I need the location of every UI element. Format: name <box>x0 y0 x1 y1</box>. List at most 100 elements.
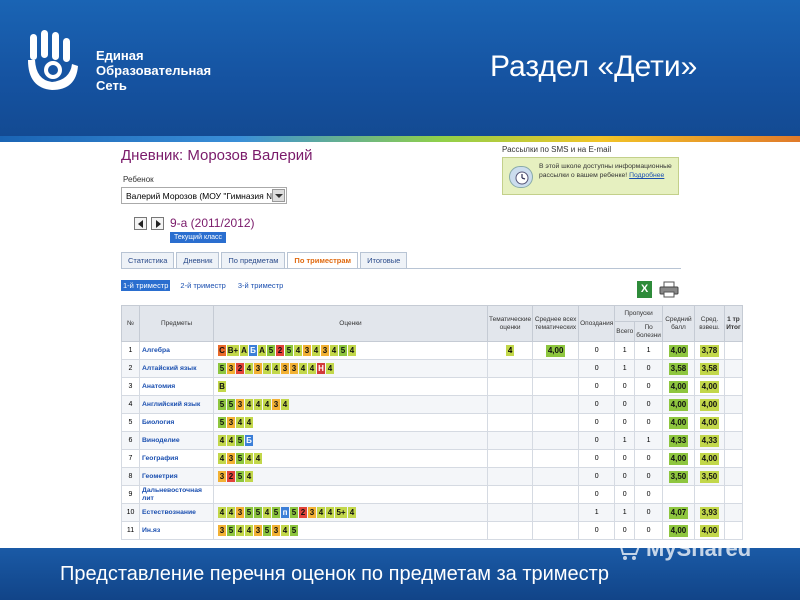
grade-mark[interactable]: 5 <box>290 507 298 518</box>
grade-mark[interactable]: 5 <box>272 507 280 518</box>
grade-mark[interactable]: 3 <box>254 363 262 374</box>
grade-mark[interactable]: 4 <box>227 507 235 518</box>
grade-mark[interactable]: 4 <box>263 399 271 410</box>
grade-mark[interactable]: 3 <box>290 363 298 374</box>
subject-link[interactable]: Анатомия <box>139 377 214 396</box>
grade-mark[interactable]: 5 <box>218 363 226 374</box>
grade-mark[interactable]: 4 <box>218 507 226 518</box>
grade-mark[interactable]: 2 <box>276 345 284 356</box>
subject-link[interactable]: Дальневосточная лит <box>139 485 214 504</box>
grade-mark[interactable]: 4 <box>263 363 271 374</box>
grade-mark[interactable]: 3 <box>281 363 289 374</box>
tab-by-subject[interactable]: По предметам <box>221 252 286 268</box>
grade-mark[interactable]: 5 <box>245 507 253 518</box>
grade-mark[interactable]: 4 <box>218 435 226 446</box>
subject-link[interactable]: Алгебра <box>139 341 214 360</box>
subject-link[interactable]: Виноделие <box>139 431 214 450</box>
grade-mark[interactable]: 4 <box>326 363 334 374</box>
subject-link[interactable]: Ин.яз <box>139 521 214 540</box>
subject-link[interactable]: Английский язык <box>139 395 214 414</box>
grade-mark[interactable]: B+ <box>227 345 239 356</box>
grade-mark[interactable]: 4 <box>272 363 280 374</box>
grade-mark[interactable]: 3 <box>272 525 280 536</box>
tab-totals[interactable]: Итоговые <box>360 252 408 268</box>
tab-diary[interactable]: Дневник <box>176 252 220 268</box>
grade-mark[interactable]: 4 <box>299 363 307 374</box>
grade-mark[interactable]: 5 <box>339 345 347 356</box>
grade-mark[interactable]: 5 <box>218 399 226 410</box>
grade-mark[interactable]: 3 <box>218 471 226 482</box>
excel-export-icon[interactable]: X <box>637 281 652 298</box>
grade-mark[interactable]: 4 <box>245 417 253 428</box>
grade-mark[interactable]: 2 <box>236 363 244 374</box>
subject-link[interactable]: Геометрия <box>139 467 214 486</box>
grade-mark[interactable]: 4 <box>245 471 253 482</box>
grade-mark[interactable]: 3 <box>218 525 226 536</box>
grade-mark[interactable]: 5 <box>218 417 226 428</box>
next-class-button[interactable] <box>151 217 164 230</box>
grade-mark[interactable]: 5 <box>290 525 298 536</box>
grade-mark[interactable]: 5 <box>236 453 244 464</box>
grade-mark[interactable]: 4 <box>281 399 289 410</box>
grade-mark[interactable]: 3 <box>308 507 316 518</box>
grade-mark[interactable]: 4 <box>348 507 356 518</box>
grade-mark[interactable]: 3 <box>236 507 244 518</box>
subject-link[interactable]: Алтайский язык <box>139 359 214 378</box>
grade-mark[interactable]: 4 <box>308 363 316 374</box>
grade-mark[interactable]: 4 <box>330 345 338 356</box>
grade-mark[interactable]: 4 <box>245 399 253 410</box>
grade-mark[interactable]: 3 <box>227 417 235 428</box>
grade-mark[interactable]: 4 <box>263 507 271 518</box>
grade-mark[interactable]: C <box>218 345 226 356</box>
chevron-down-icon[interactable] <box>272 189 285 202</box>
grade-mark[interactable]: Б <box>245 435 253 446</box>
subject-link[interactable]: Естествознание <box>139 503 214 522</box>
trimester-2-link[interactable]: 2-й триместр <box>178 280 227 291</box>
grade-mark[interactable]: 4 <box>245 525 253 536</box>
grade-mark[interactable]: 3 <box>227 453 235 464</box>
grade-mark[interactable]: 4 <box>236 417 244 428</box>
grade-mark[interactable]: 3 <box>303 345 311 356</box>
tab-statistics[interactable]: Статистика <box>121 252 175 268</box>
grade-mark[interactable]: 3 <box>321 345 329 356</box>
grade-mark[interactable]: 5 <box>285 345 293 356</box>
grade-mark[interactable]: 5 <box>254 507 262 518</box>
grade-mark[interactable]: 4 <box>254 399 262 410</box>
more-link[interactable]: Подробнее <box>629 172 664 179</box>
grade-mark[interactable]: 5 <box>236 471 244 482</box>
grade-mark[interactable]: Н <box>317 363 325 374</box>
grade-mark[interactable]: 5 <box>236 435 244 446</box>
grade-mark[interactable]: 3 <box>272 399 280 410</box>
grade-mark[interactable]: 4 <box>294 345 302 356</box>
tab-by-trimester[interactable]: По триместрам <box>287 252 359 269</box>
grade-mark[interactable]: 5+ <box>335 507 347 518</box>
grade-mark[interactable]: 2 <box>227 471 235 482</box>
grade-mark[interactable]: 5 <box>267 345 275 356</box>
grade-mark[interactable]: 2 <box>299 507 307 518</box>
grade-mark[interactable]: 4 <box>348 345 356 356</box>
grade-mark[interactable]: п <box>281 507 289 518</box>
subject-link[interactable]: География <box>139 449 214 468</box>
grade-mark[interactable]: 4 <box>218 453 226 464</box>
grade-mark[interactable]: 5 <box>227 399 235 410</box>
grade-mark[interactable]: A <box>240 345 248 356</box>
grade-mark[interactable]: 3 <box>236 399 244 410</box>
grade-mark[interactable]: B <box>218 381 226 392</box>
grade-mark[interactable]: Б <box>249 345 257 356</box>
grade-mark[interactable]: 4 <box>281 525 289 536</box>
grade-mark[interactable]: 4 <box>227 435 235 446</box>
grade-mark[interactable]: 3 <box>254 525 262 536</box>
grade-mark[interactable]: 4 <box>245 363 253 374</box>
subject-link[interactable]: Биология <box>139 413 214 432</box>
grade-mark[interactable]: 4 <box>245 453 253 464</box>
child-select[interactable]: Валерий Морозов (МОУ "Гимназия № <box>121 187 287 204</box>
grade-mark[interactable]: 5 <box>263 525 271 536</box>
printer-icon[interactable] <box>659 281 679 298</box>
prev-class-button[interactable] <box>134 217 147 230</box>
grade-mark[interactable]: 3 <box>227 363 235 374</box>
grade-mark[interactable]: 4 <box>312 345 320 356</box>
grade-mark[interactable]: A <box>258 345 266 356</box>
trimester-1-link[interactable]: 1-й триместр <box>121 280 171 291</box>
trimester-3-link[interactable]: 3-й триместр <box>236 280 285 291</box>
grade-mark[interactable]: 4 <box>254 453 262 464</box>
